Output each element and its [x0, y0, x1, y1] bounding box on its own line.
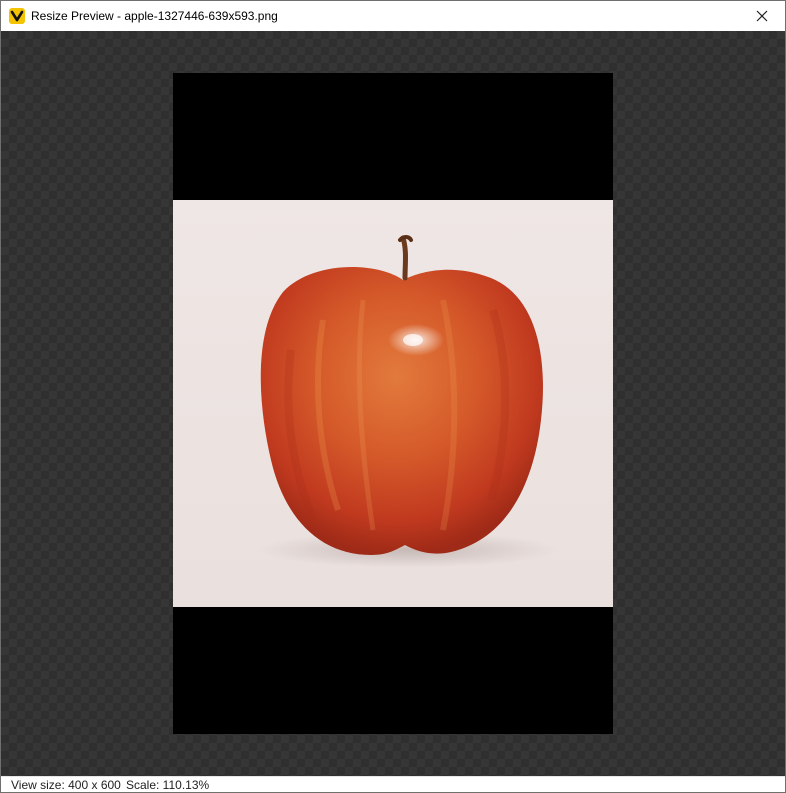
viewer-logo-icon	[9, 8, 25, 24]
resize-preview-window: Resize Preview - apple-1327446-639x593.p…	[0, 0, 786, 793]
scale-label: Scale: 110.13%	[126, 778, 210, 792]
close-icon	[756, 10, 768, 22]
window-title: Resize Preview - apple-1327446-639x593.p…	[31, 9, 278, 23]
preview-area[interactable]	[1, 31, 785, 776]
close-button[interactable]	[739, 1, 785, 31]
preview-canvas	[173, 73, 613, 734]
title-bar[interactable]: Resize Preview - apple-1327446-639x593.p…	[1, 1, 785, 31]
status-bar: View size: 400 x 600 Scale: 110.13%	[1, 776, 785, 792]
view-size-label: View size: 400 x 600	[11, 778, 121, 792]
red-apple-photo	[173, 200, 613, 607]
